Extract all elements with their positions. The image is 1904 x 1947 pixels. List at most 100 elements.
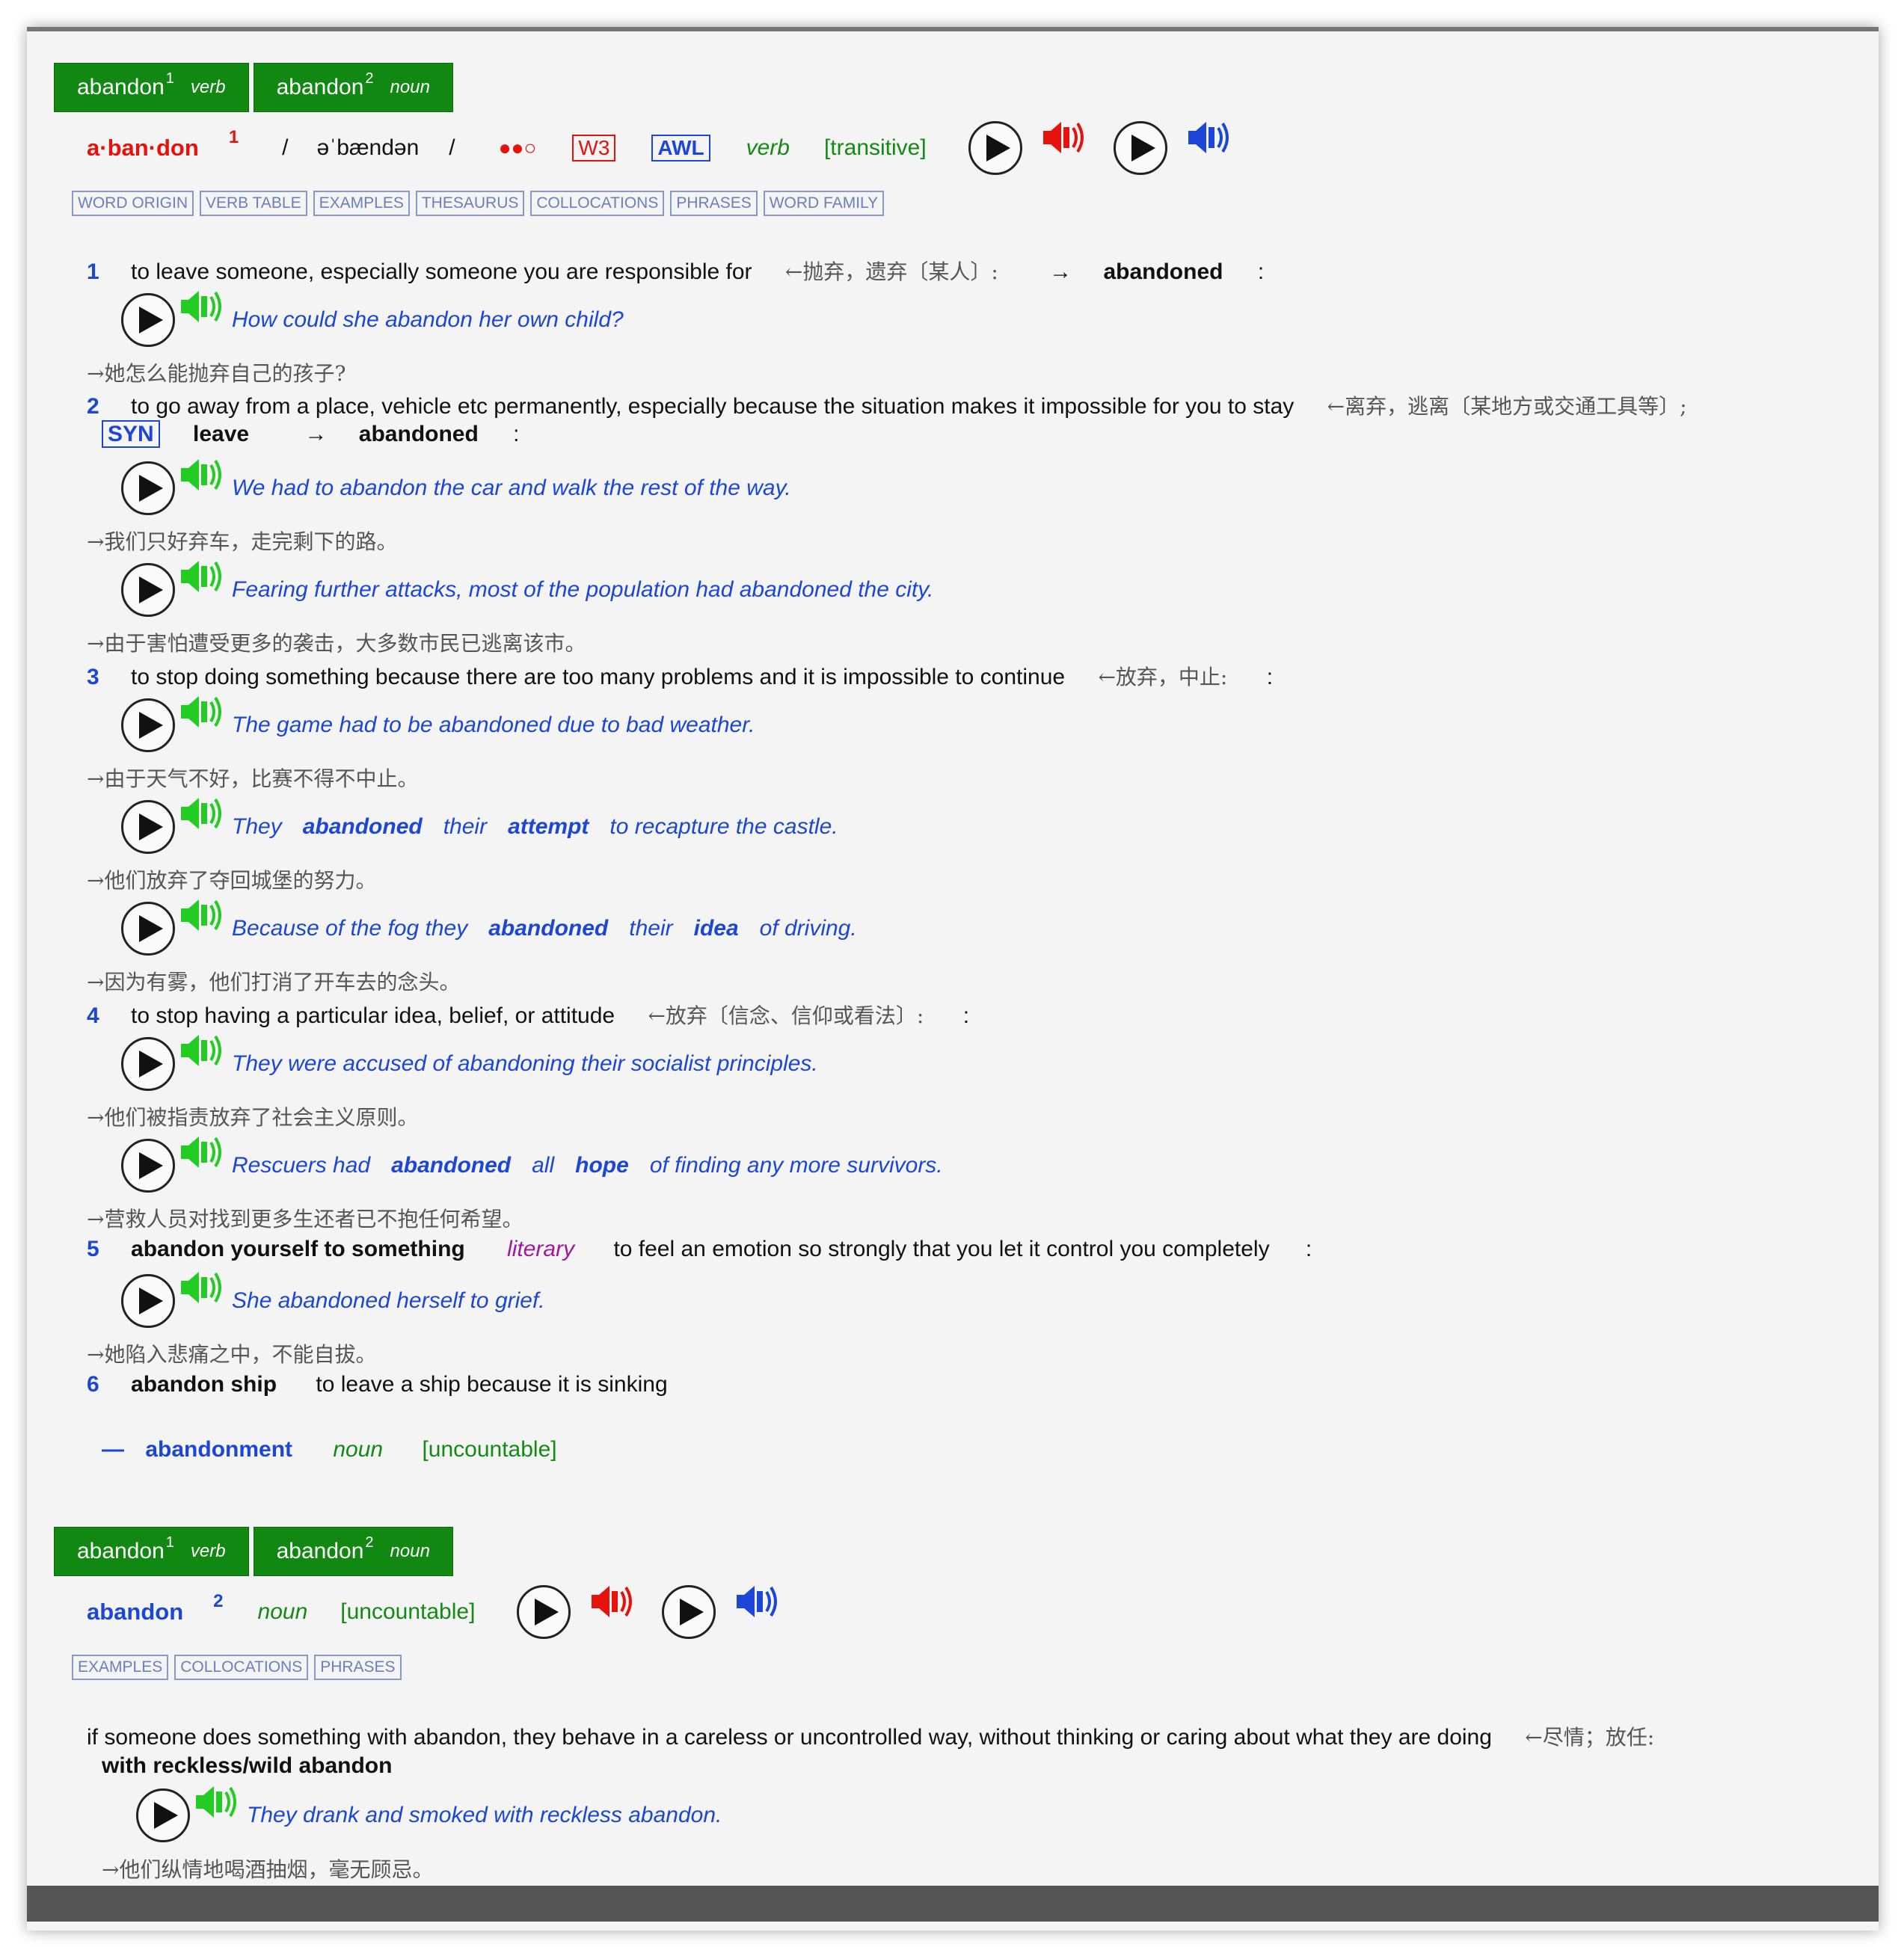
pronunciation: əˈbændən <box>316 135 420 160</box>
sense-translation: ←放弃，中止: <box>1098 665 1228 689</box>
arrow: → <box>1049 259 1072 284</box>
speaker-green-icon[interactable] <box>178 692 224 732</box>
play-icon <box>1131 135 1155 162</box>
entry-tabs: abandon 1 verb abandon 2 noun <box>54 1527 453 1576</box>
derived-word[interactable]: abandonment <box>145 1437 292 1462</box>
play-example-button[interactable] <box>136 1788 190 1842</box>
play-icon <box>535 1599 559 1625</box>
example-translation: →他们被指责放弃了社会主义原则。 <box>87 1105 419 1130</box>
speaker-green-icon[interactable] <box>193 1782 239 1822</box>
derived-dash: — <box>102 1437 124 1462</box>
example-8: Rescuers had abandoned all hope of findi… <box>121 1136 943 1193</box>
play-american-button[interactable] <box>662 1585 716 1639</box>
entry-tab-abandon-1[interactable]: abandon 1 verb <box>54 63 249 112</box>
example-4: The game had to be abandoned due to bad … <box>121 696 755 752</box>
register-label: literary <box>507 1237 575 1261</box>
tab-thesaurus[interactable]: THESAURUS <box>415 191 525 216</box>
example-text: Rescuers had <box>232 1153 371 1178</box>
example-text: How could she abandon her own child? <box>232 307 624 332</box>
example-text: Because of the fog they <box>232 916 468 941</box>
play-example-button[interactable] <box>121 902 175 956</box>
entry-tab-abandon-1[interactable]: abandon 1 verb <box>54 1527 249 1576</box>
speaker-blue-icon[interactable] <box>734 1581 780 1622</box>
tab-verb-table[interactable]: VERB TABLE <box>200 191 307 216</box>
play-example-button[interactable] <box>121 1037 175 1091</box>
collocation-highlight: idea <box>693 916 739 941</box>
play-example-button[interactable] <box>121 293 175 347</box>
derived-form-link[interactable]: abandoned <box>359 422 479 446</box>
speaker-green-icon[interactable] <box>178 556 224 597</box>
tab-examples[interactable]: EXAMPLES <box>72 1655 169 1680</box>
play-american-button[interactable] <box>1113 121 1167 175</box>
play-icon <box>154 1802 178 1829</box>
syn-badge: SYN <box>102 420 160 448</box>
play-example-button[interactable] <box>121 698 175 752</box>
speaker-green-icon[interactable] <box>178 286 224 327</box>
example-text: to recapture the castle. <box>609 814 838 839</box>
speaker-red-icon[interactable] <box>1040 117 1087 158</box>
sense-translation: ←放弃〔信念、信仰或看法〕: <box>648 1003 924 1028</box>
example-translation: →她陷入悲痛之中，不能自拔。 <box>87 1342 377 1367</box>
sense-phrase: abandon yourself to something <box>131 1237 465 1261</box>
tab-collocations[interactable]: COLLOCATIONS <box>530 191 665 216</box>
example-3: Fearing further attacks, most of the pop… <box>121 561 934 617</box>
example-text: Fearing further attacks, most of the pop… <box>232 577 934 602</box>
tab-word-origin[interactable]: WORD ORIGIN <box>72 191 194 216</box>
play-british-button[interactable] <box>968 121 1022 175</box>
tab-collocations[interactable]: COLLOCATIONS <box>174 1655 309 1680</box>
speaker-green-icon[interactable] <box>178 455 224 495</box>
tab-pos: verb <box>190 77 226 97</box>
speaker-green-icon[interactable] <box>178 1267 224 1308</box>
sense-6: 6 abandon ship to leave a ship because i… <box>87 1372 668 1397</box>
play-icon <box>139 915 163 942</box>
colon: : <box>1257 259 1265 284</box>
play-example-button[interactable] <box>121 1139 175 1193</box>
colon: : <box>1305 1237 1312 1261</box>
sense-number: 4 <box>87 1003 99 1028</box>
play-icon <box>139 1051 163 1077</box>
example-6: Because of the fog they abandoned their … <box>121 899 857 956</box>
frequency-dots: ●●○ <box>498 136 537 159</box>
tab-examples[interactable]: EXAMPLES <box>313 191 410 216</box>
play-british-button[interactable] <box>517 1585 571 1639</box>
sense-translation: ←尽情；放任: <box>1525 1725 1655 1750</box>
speaker-green-icon[interactable] <box>178 1132 224 1172</box>
part-of-speech: verb <box>746 135 790 160</box>
play-icon <box>139 576 163 603</box>
play-icon <box>139 475 163 502</box>
example-text: The game had to be abandoned due to bad … <box>232 713 755 737</box>
speaker-green-icon[interactable] <box>178 1030 224 1071</box>
play-example-button[interactable] <box>121 461 175 515</box>
derived-form-link[interactable]: abandoned <box>1103 259 1223 284</box>
homograph-number: 2 <box>213 1591 224 1611</box>
speaker-red-icon[interactable] <box>589 1581 635 1622</box>
speaker-green-icon[interactable] <box>178 793 224 834</box>
example-text: She abandoned herself to grief. <box>232 1288 545 1313</box>
sense-3: 3 to stop doing something because there … <box>87 661 1273 691</box>
speaker-blue-icon[interactable] <box>1185 117 1232 158</box>
example-2: We had to abandon the car and walk the r… <box>121 459 791 515</box>
sense-definition: to feel an emotion so strongly that you … <box>613 1237 1270 1261</box>
play-example-button[interactable] <box>121 563 175 617</box>
play-example-button[interactable] <box>121 1274 175 1328</box>
play-example-button[interactable] <box>121 800 175 854</box>
example-text: their <box>629 916 673 941</box>
example-7: They were accused of abandoning their so… <box>121 1035 818 1091</box>
collocation-phrase: with reckless/wild abandon <box>102 1753 393 1778</box>
tab-word: abandon <box>77 75 165 99</box>
tab-phrases[interactable]: PHRASES <box>314 1655 402 1680</box>
sense-number: 1 <box>87 259 99 284</box>
tab-phrases[interactable]: PHRASES <box>670 191 758 216</box>
entry-tab-abandon-2[interactable]: abandon 2 noun <box>253 63 453 112</box>
speaker-green-icon[interactable] <box>178 895 224 935</box>
entry-tab-abandon-2[interactable]: abandon 2 noun <box>253 1527 453 1576</box>
synonym-word[interactable]: leave <box>193 422 249 446</box>
tab-word-family[interactable]: WORD FAMILY <box>763 191 885 216</box>
example-translation: →由于害怕遭受更多的袭击，大多数市民已逃离该市。 <box>87 631 586 656</box>
tab-word: abandon <box>276 75 364 99</box>
derived-form: — abandonment noun [uncountable] <box>102 1437 557 1462</box>
homograph-number: 1 <box>228 127 239 147</box>
example-translation: →我们只好弃车，走完剩下的路。 <box>87 529 398 554</box>
example-9: She abandoned herself to grief. <box>121 1272 545 1328</box>
example-text: We had to abandon the car and walk the r… <box>232 476 791 500</box>
